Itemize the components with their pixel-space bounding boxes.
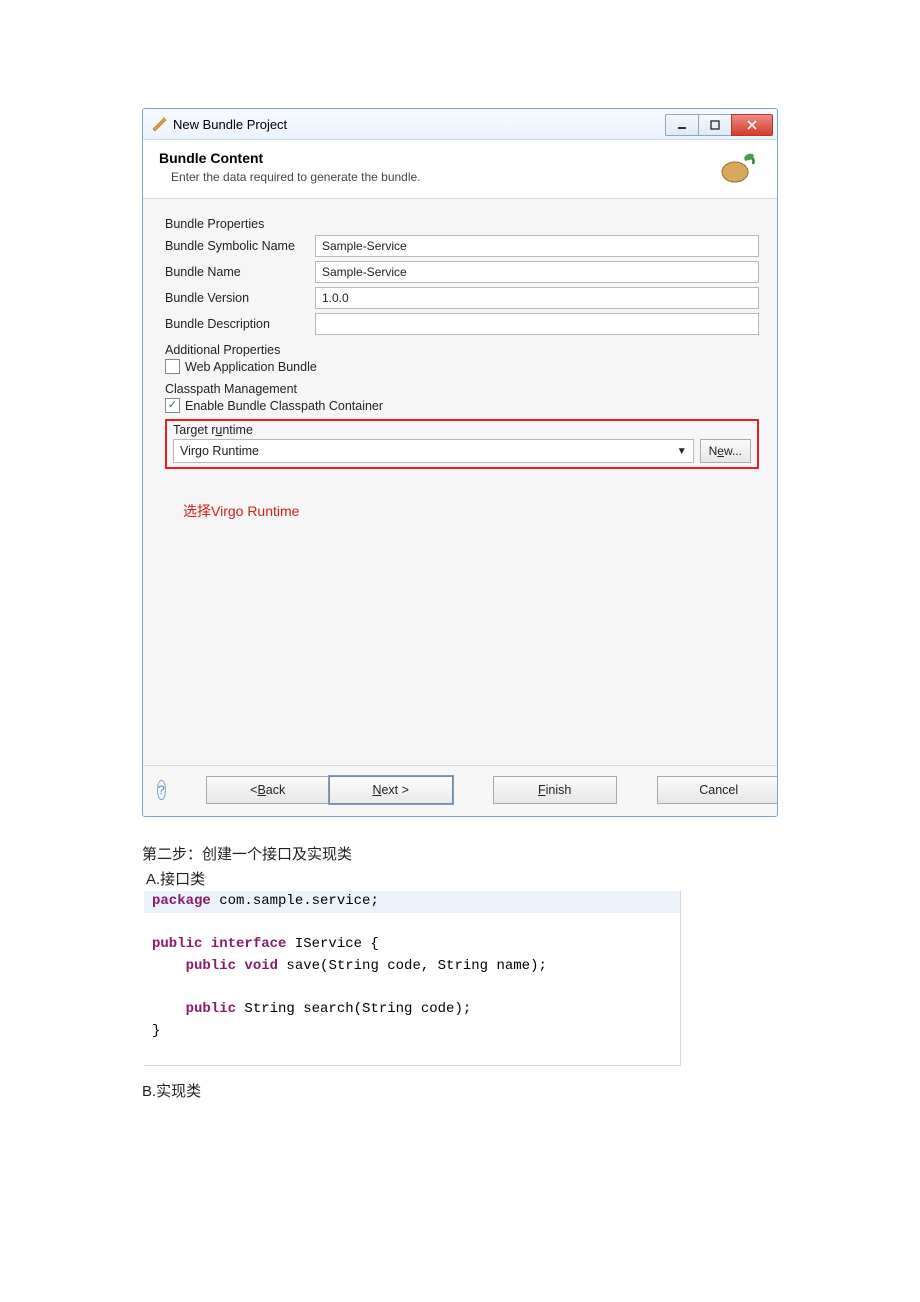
wizard-icon [151, 116, 167, 132]
bundle-version-field[interactable]: 1.0.0 [315, 287, 759, 309]
chevron-down-icon: ▼ [677, 446, 687, 457]
additional-properties-heading: Additional Properties [165, 343, 759, 357]
step2-heading: 第二步：创建一个接口及实现类 [142, 843, 788, 864]
code-interface-iservice: package com.sample.service; public inter… [144, 891, 681, 1066]
bundle-properties-heading: Bundle Properties [165, 217, 759, 231]
wizard-banner: Bundle Content Enter the data required t… [143, 140, 777, 199]
wizard-content: Bundle Properties Bundle Symbolic Name S… [143, 199, 777, 765]
finish-button[interactable]: Finish [493, 776, 617, 804]
target-runtime-heading: Target runtime [173, 423, 751, 437]
new-runtime-button[interactable]: New... [700, 439, 751, 463]
minimize-button[interactable] [665, 114, 699, 136]
close-button[interactable] [731, 114, 773, 136]
bundle-name-label: Bundle Name [165, 265, 315, 279]
classpath-heading: Classpath Management [165, 382, 759, 396]
banner-description: Enter the data required to generate the … [159, 170, 715, 184]
new-bundle-project-dialog: New Bundle Project Bundle Content Enter … [142, 108, 778, 817]
wab-label: Web Application Bundle [185, 360, 317, 374]
target-runtime-group: Target runtime Virgo Runtime ▼ New... [165, 419, 759, 469]
maximize-button[interactable] [698, 114, 732, 136]
classpath-checkbox[interactable]: ✓ [165, 398, 180, 413]
bundle-version-label: Bundle Version [165, 291, 315, 305]
next-button[interactable]: Next > [329, 776, 453, 804]
symbolic-name-label: Bundle Symbolic Name [165, 239, 315, 253]
section-a-heading: A.接口类 [142, 868, 788, 889]
target-runtime-select[interactable]: Virgo Runtime ▼ [173, 439, 694, 463]
help-icon[interactable]: ? [157, 780, 166, 800]
section-b-heading: B.实现类 [142, 1080, 788, 1101]
wab-checkbox[interactable] [165, 359, 180, 374]
back-button[interactable]: < Back [206, 776, 329, 804]
classpath-label: Enable Bundle Classpath Container [185, 399, 383, 413]
titlebar: New Bundle Project [143, 109, 777, 140]
window-title: New Bundle Project [173, 117, 666, 132]
symbolic-name-field[interactable]: Sample-Service [315, 235, 759, 257]
wizard-footer: ? < Back Next > Finish Cancel [143, 765, 777, 816]
bundle-description-label: Bundle Description [165, 317, 315, 331]
bundle-description-field[interactable] [315, 313, 759, 335]
annotation-red-note: 选择Virgo Runtime [183, 501, 759, 521]
bundle-name-field[interactable]: Sample-Service [315, 261, 759, 283]
bundle-icon [715, 150, 761, 188]
window-controls [666, 114, 773, 134]
target-runtime-value: Virgo Runtime [180, 444, 259, 458]
banner-title: Bundle Content [159, 150, 715, 166]
cancel-button[interactable]: Cancel [657, 776, 778, 804]
